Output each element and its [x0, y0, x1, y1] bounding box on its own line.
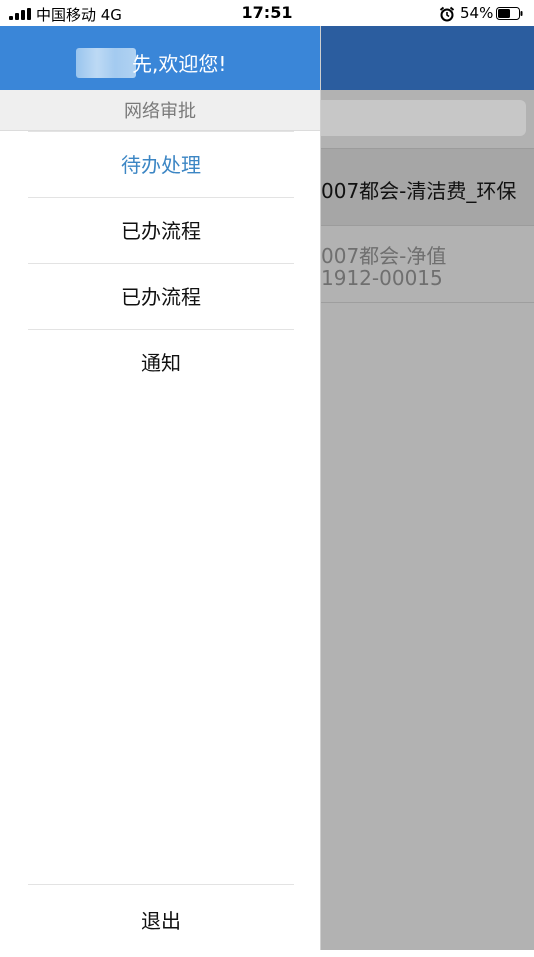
alarm-clock-icon: [439, 6, 455, 22]
background-app-header: [321, 26, 534, 90]
drawer-header: 先,欢迎您!: [0, 26, 320, 90]
blurred-username: [76, 48, 136, 78]
background-list-item: 007都会-清洁费_环保: [321, 148, 534, 226]
welcome-text: 先,欢迎您!: [132, 52, 227, 76]
background-app-overlay[interactable]: 007都会-清洁费_环保 007都会-净值 1912-00015: [321, 26, 534, 950]
background-item-code: 1912-00015: [321, 266, 443, 290]
status-bar: 中国移动 4G 17:51 54%: [0, 0, 534, 26]
background-item-title: 007都会-净值: [321, 244, 447, 268]
menu-item-pending[interactable]: 待办处理: [28, 131, 294, 197]
battery-percentage: 54%: [460, 4, 494, 22]
background-item-title: 007都会-清洁费_环保: [321, 179, 517, 203]
background-list-item: 007都会-净值 1912-00015: [321, 226, 534, 303]
logout-button[interactable]: 退出: [28, 884, 294, 951]
menu-item-done-flows[interactable]: 已办流程: [28, 197, 294, 263]
menu-item-done-flows-2[interactable]: 已办流程: [28, 263, 294, 329]
background-search-bar: [321, 100, 526, 136]
battery-icon: [496, 7, 523, 20]
section-title: 网络审批: [0, 90, 320, 131]
drawer-menu: 待办处理 已办流程 已办流程 通知: [28, 131, 294, 395]
menu-item-notifications[interactable]: 通知: [28, 329, 294, 395]
side-drawer: 先,欢迎您! 网络审批 待办处理 已办流程 已办流程 通知 退出: [0, 26, 321, 950]
